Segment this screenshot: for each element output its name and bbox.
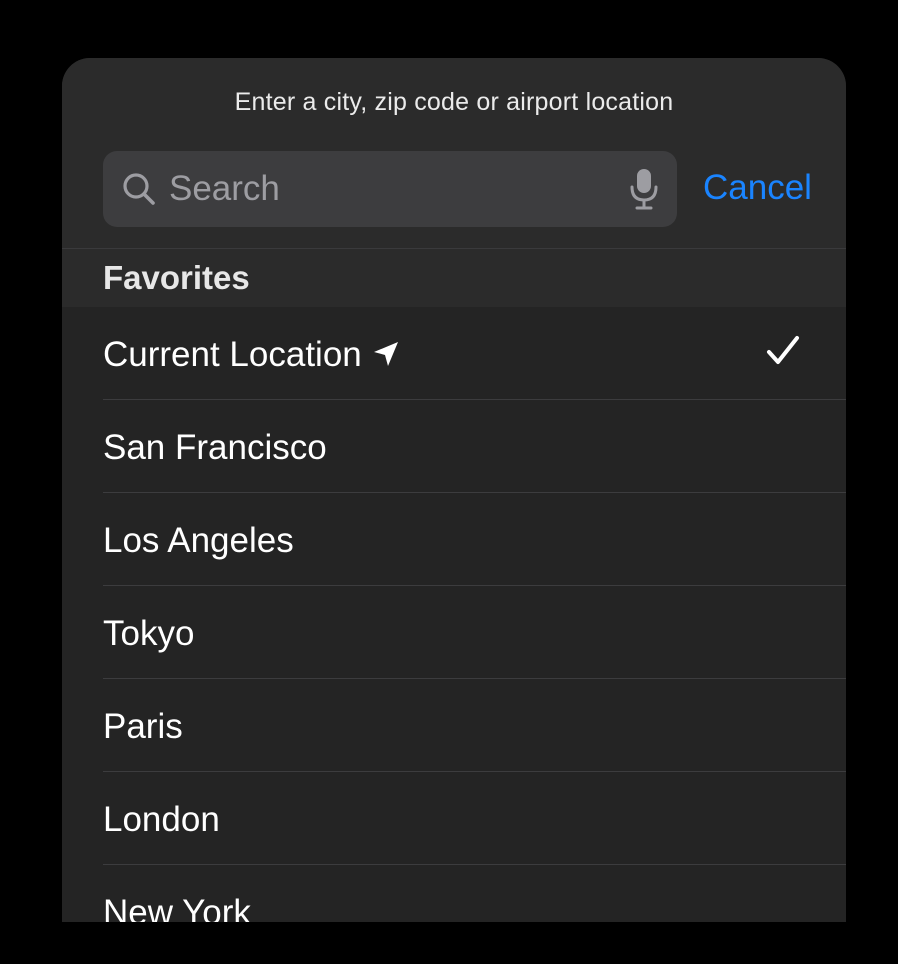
section-title: Favorites — [103, 259, 250, 296]
search-field[interactable] — [103, 151, 677, 227]
list-item-los-angeles[interactable]: Los Angeles — [62, 493, 846, 586]
list-item-label: Los Angeles — [103, 521, 294, 560]
list-item-tokyo[interactable]: Tokyo — [62, 586, 846, 679]
search-input[interactable] — [169, 151, 609, 227]
location-picker-sheet: Enter a city, zip code or airport locati… — [62, 58, 846, 922]
microphone-icon[interactable] — [629, 167, 659, 211]
sheet-header: Enter a city, zip code or airport locati… — [62, 58, 846, 249]
cancel-button[interactable]: Cancel — [703, 168, 812, 208]
favorites-list: Current Location San Francisco Los Angel… — [62, 307, 846, 922]
list-item-label: Current Location — [103, 335, 362, 374]
list-item-new-york[interactable]: New York — [62, 865, 846, 922]
list-item-label: San Francisco — [103, 428, 327, 467]
list-item-current-location[interactable]: Current Location — [62, 307, 846, 400]
list-item-label: Tokyo — [103, 614, 195, 653]
list-item-london[interactable]: London — [62, 772, 846, 865]
list-item-label: Paris — [103, 707, 183, 746]
search-icon — [123, 173, 155, 205]
list-item-san-francisco[interactable]: San Francisco — [62, 400, 846, 493]
list-item-paris[interactable]: Paris — [62, 679, 846, 772]
checkmark-icon — [767, 336, 799, 364]
location-arrow-icon — [373, 341, 398, 366]
list-item-label: London — [103, 800, 220, 839]
favorites-section-header: Favorites — [62, 249, 846, 307]
location-prompt: Enter a city, zip code or airport locati… — [234, 88, 674, 116]
list-item-label: New York — [103, 893, 251, 922]
